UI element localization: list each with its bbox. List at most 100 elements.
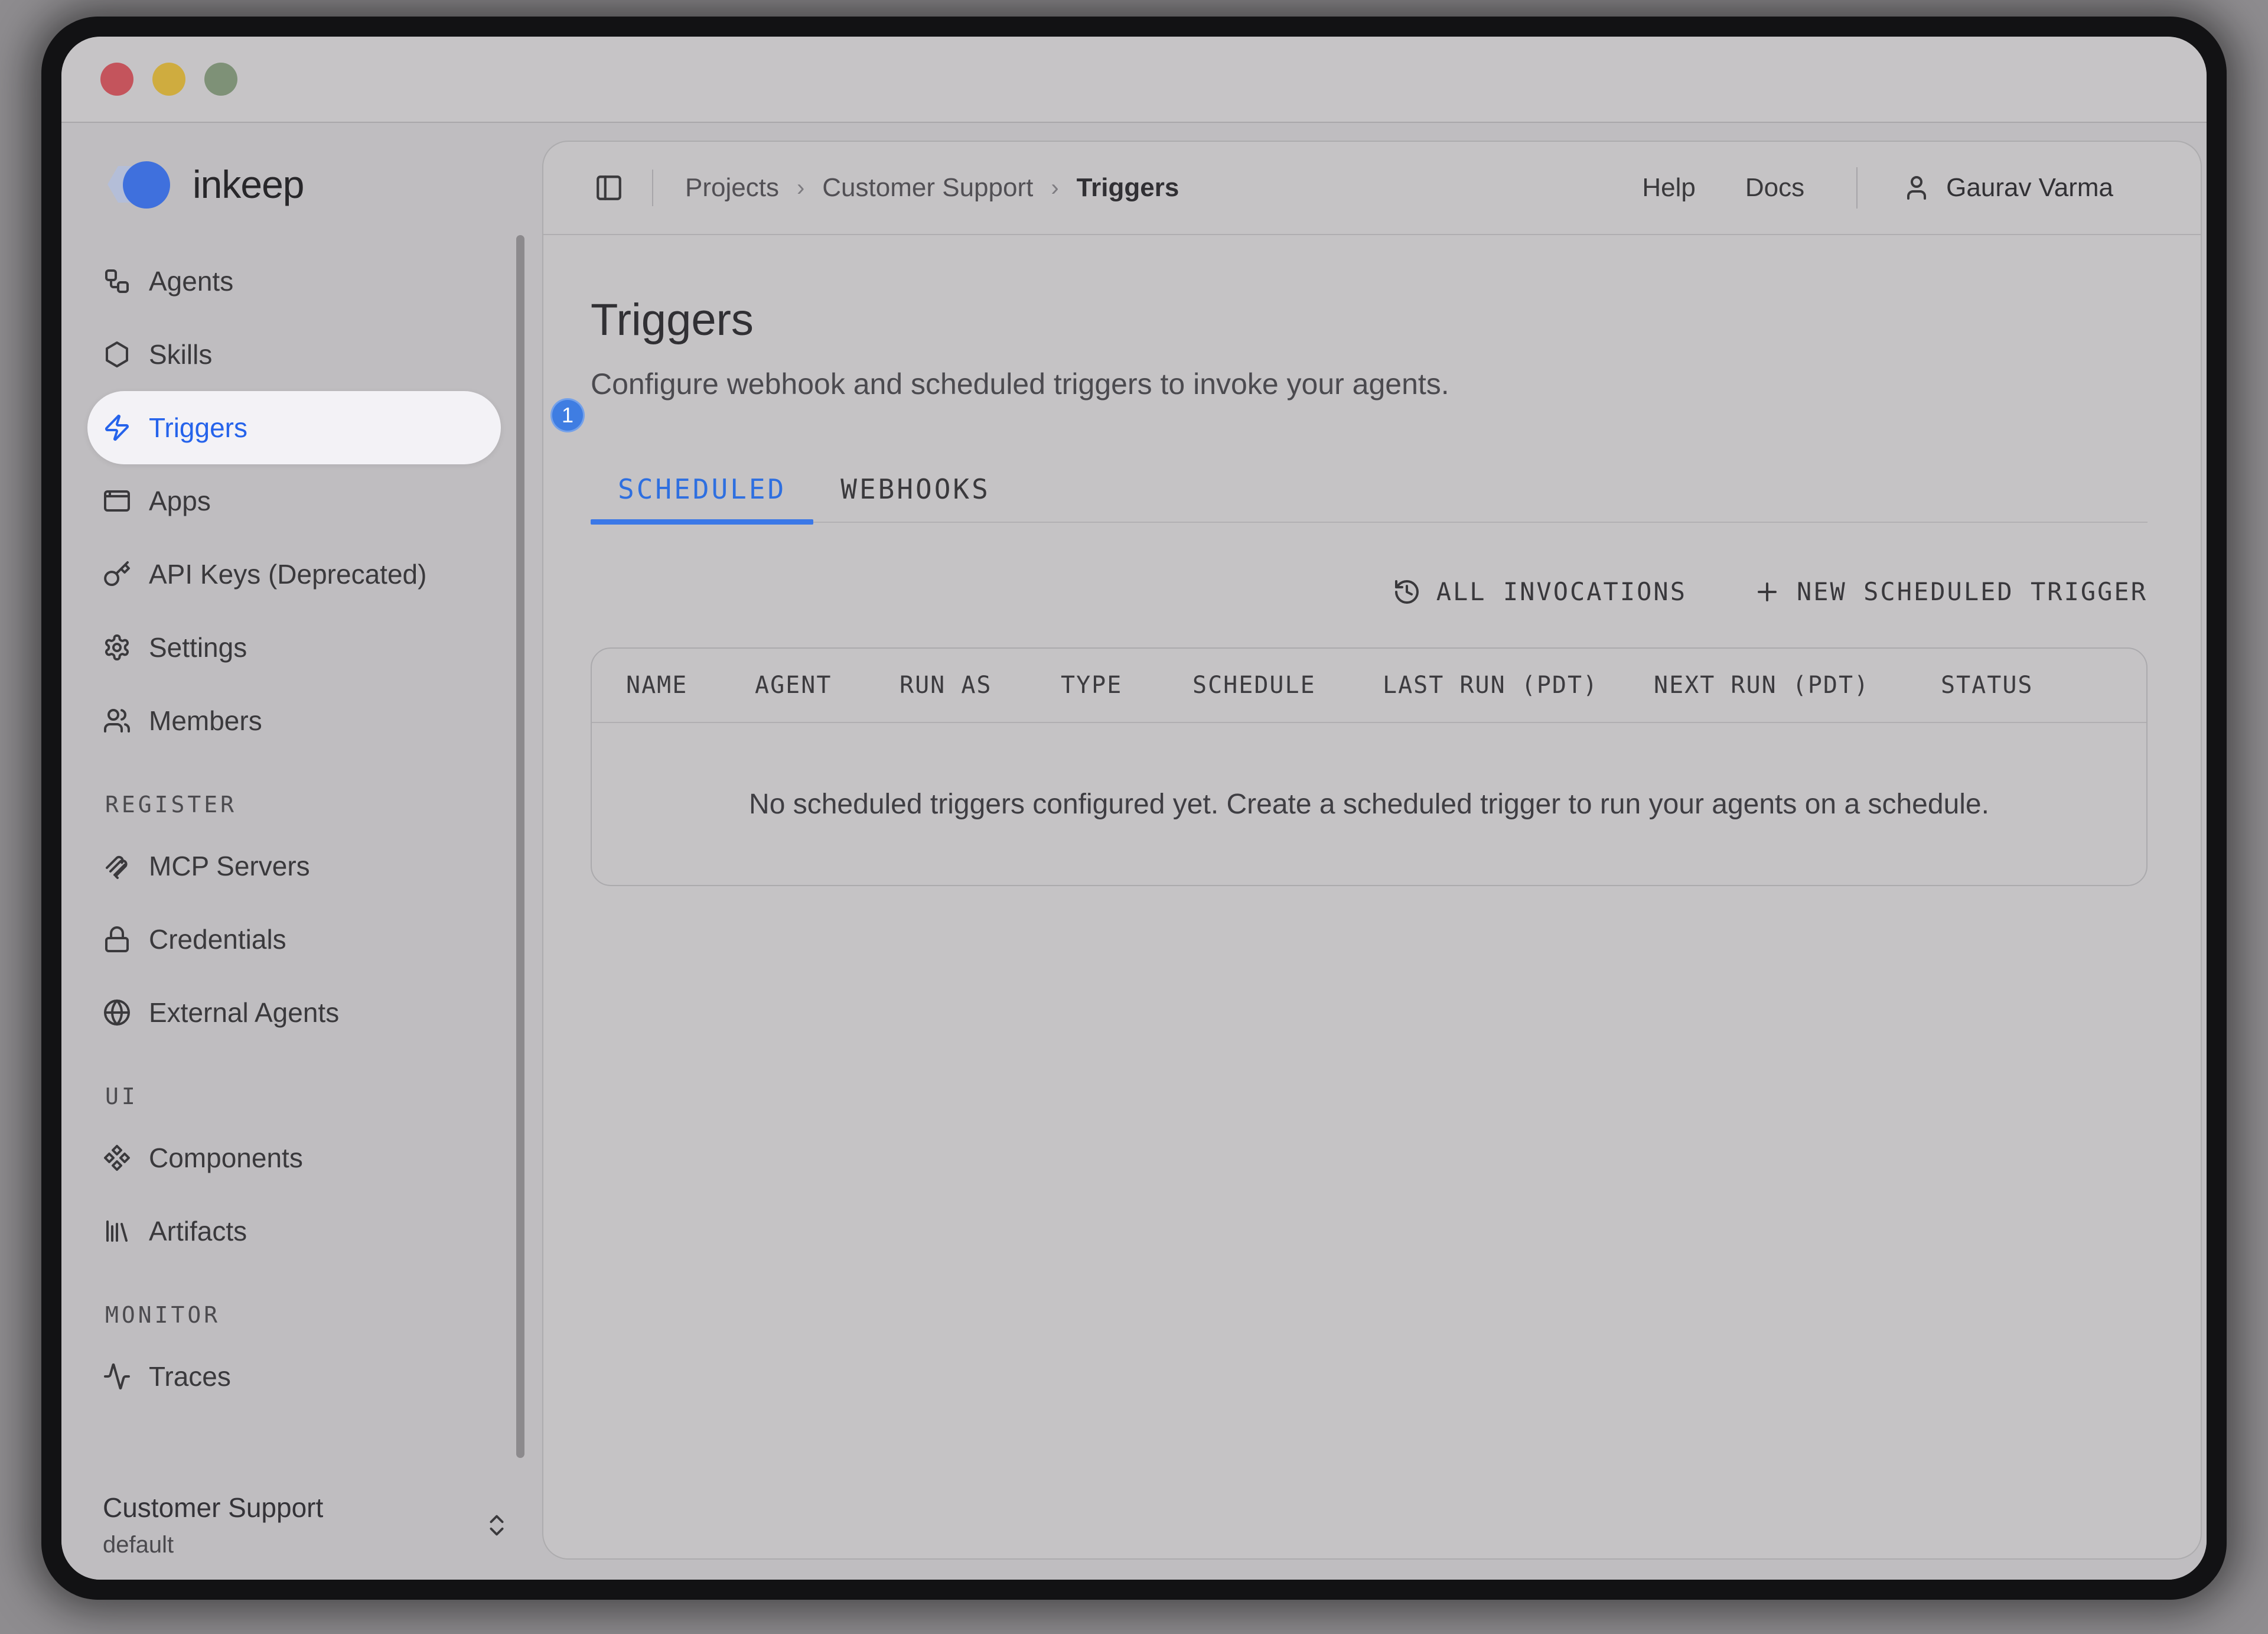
- project-environment: default: [103, 1532, 483, 1558]
- sidebar: inkeep Agents Sk: [61, 123, 536, 1580]
- sidebar-toggle-button[interactable]: [594, 173, 624, 203]
- sidebar-section-register: REGISTER: [105, 792, 536, 818]
- tab-webhooks[interactable]: WEBHOOKS: [813, 473, 1018, 522]
- breadcrumb-project[interactable]: Customer Support: [822, 173, 1033, 203]
- sidebar-item-label: Artifacts: [149, 1215, 247, 1247]
- sidebar-item-agents[interactable]: Agents: [87, 245, 501, 318]
- sidebar-nav: Agents Skills Triggers: [87, 245, 536, 1413]
- app-window-icon: [103, 487, 131, 515]
- hexagon-icon: [103, 340, 131, 369]
- page-description: Configure webhook and scheduled triggers…: [591, 367, 2148, 401]
- sidebar-item-apps[interactable]: Apps: [87, 464, 501, 538]
- project-name: Customer Support: [103, 1492, 483, 1524]
- step-badge: 1: [550, 398, 585, 432]
- help-link[interactable]: Help: [1642, 173, 1696, 203]
- all-invocations-button[interactable]: ALL INVOCATIONS: [1393, 577, 1687, 606]
- breadcrumb-projects[interactable]: Projects: [685, 173, 779, 203]
- sidebar-item-label: Triggers: [149, 412, 247, 444]
- header-divider: [652, 170, 653, 206]
- sidebar-item-label: Settings: [149, 632, 247, 663]
- sidebar-item-label: Credentials: [149, 923, 286, 955]
- all-invocations-label: ALL INVOCATIONS: [1436, 577, 1687, 606]
- tab-list: SCHEDULED WEBHOOKS: [591, 473, 2148, 523]
- empty-state-message: No scheduled triggers configured yet. Cr…: [592, 723, 2146, 885]
- page-title: Triggers: [591, 294, 2148, 346]
- chevron-right-icon: ›: [797, 175, 804, 201]
- column-header-run-as: RUN AS: [900, 672, 1061, 699]
- new-scheduled-trigger-button[interactable]: NEW SCHEDULED TRIGGER: [1753, 577, 2148, 606]
- panel-left-icon: [594, 173, 624, 203]
- sidebar-item-label: Agents: [149, 265, 233, 297]
- sidebar-item-label: MCP Servers: [149, 850, 310, 882]
- sidebar-item-traces[interactable]: Traces: [87, 1340, 501, 1413]
- component-icon: [103, 1144, 131, 1172]
- chevrons-up-down-icon: [483, 1512, 510, 1539]
- sidebar-item-api-keys[interactable]: API Keys (Deprecated): [87, 538, 501, 611]
- action-bar: ALL INVOCATIONS NEW SCHEDULED TRIGGER: [591, 577, 2148, 606]
- column-header-type: TYPE: [1061, 672, 1192, 699]
- sidebar-item-triggers[interactable]: Triggers: [87, 391, 501, 464]
- table-header-row: NAME AGENT RUN AS TYPE SCHEDULE LAST RUN…: [592, 649, 2146, 723]
- panel-header: Projects › Customer Support › Triggers H…: [543, 142, 2201, 235]
- column-header-next-run: NEXT RUN (PDT): [1654, 672, 1941, 699]
- sidebar-item-label: Apps: [149, 485, 211, 517]
- globe-icon: [103, 998, 131, 1027]
- workflow-icon: [103, 267, 131, 295]
- minimize-button[interactable]: [152, 63, 185, 96]
- sidebar-section-monitor: MONITOR: [105, 1302, 536, 1328]
- sidebar-item-label: Skills: [149, 338, 212, 370]
- user-menu[interactable]: Gaurav Varma: [1902, 173, 2113, 203]
- lock-icon: [103, 925, 131, 953]
- column-header-schedule: SCHEDULE: [1192, 672, 1383, 699]
- sidebar-item-artifacts[interactable]: Artifacts: [87, 1194, 501, 1268]
- docs-link[interactable]: Docs: [1745, 173, 1804, 203]
- sidebar-item-components[interactable]: Components: [87, 1121, 501, 1194]
- main-panel: Projects › Customer Support › Triggers H…: [542, 141, 2202, 1560]
- project-switcher[interactable]: Customer Support default: [103, 1492, 510, 1558]
- sidebar-scrollbar[interactable]: [516, 235, 524, 1458]
- sidebar-item-skills[interactable]: Skills: [87, 318, 501, 391]
- sidebar-item-label: External Agents: [149, 997, 339, 1028]
- user-name: Gaurav Varma: [1946, 173, 2113, 203]
- library-icon: [103, 1217, 131, 1245]
- chevron-right-icon: ›: [1051, 175, 1058, 201]
- window-content: inkeep Agents Sk: [61, 37, 2207, 1580]
- plus-icon: [1753, 578, 1781, 606]
- sidebar-item-credentials[interactable]: Credentials: [87, 903, 501, 976]
- mcp-icon: [103, 852, 131, 880]
- activity-icon: [103, 1362, 131, 1391]
- breadcrumb-current: Triggers: [1077, 173, 1179, 203]
- column-header-name: NAME: [592, 672, 755, 699]
- column-header-agent: AGENT: [755, 672, 900, 699]
- inkeep-logo[interactable]: inkeep: [100, 156, 536, 213]
- macos-titlebar: [61, 37, 2207, 123]
- sidebar-item-label: Components: [149, 1142, 303, 1174]
- sidebar-item-label: Members: [149, 705, 262, 737]
- sidebar-item-members[interactable]: Members: [87, 684, 501, 757]
- users-icon: [103, 707, 131, 735]
- gear-icon: [103, 633, 131, 662]
- app-window: inkeep Agents Sk: [41, 17, 2227, 1600]
- sidebar-item-mcp-servers[interactable]: MCP Servers: [87, 829, 501, 903]
- screenshot-root: inkeep Agents Sk: [0, 0, 2268, 1634]
- page-content: Triggers Configure webhook and scheduled…: [543, 235, 2201, 1558]
- user-icon: [1902, 174, 1931, 202]
- history-icon: [1393, 578, 1421, 606]
- sidebar-item-external-agents[interactable]: External Agents: [87, 976, 501, 1049]
- zoom-button[interactable]: [204, 63, 237, 96]
- key-icon: [103, 560, 131, 588]
- sidebar-item-label: API Keys (Deprecated): [149, 558, 426, 590]
- breadcrumb: Projects › Customer Support › Triggers: [685, 173, 1179, 203]
- column-header-last-run: LAST RUN (PDT): [1383, 672, 1654, 699]
- zap-icon: [103, 414, 131, 442]
- header-divider: [1856, 167, 1858, 209]
- triggers-table: NAME AGENT RUN AS TYPE SCHEDULE LAST RUN…: [591, 647, 2148, 886]
- close-button[interactable]: [100, 63, 133, 96]
- inkeep-logo-icon: [100, 156, 177, 213]
- sidebar-item-settings[interactable]: Settings: [87, 611, 501, 684]
- column-header-status: STATUS: [1941, 672, 2146, 699]
- tab-scheduled[interactable]: SCHEDULED: [591, 473, 813, 522]
- new-scheduled-trigger-label: NEW SCHEDULED TRIGGER: [1797, 577, 2148, 606]
- app-body: inkeep Agents Sk: [61, 123, 2207, 1580]
- sidebar-item-label: Traces: [149, 1360, 231, 1392]
